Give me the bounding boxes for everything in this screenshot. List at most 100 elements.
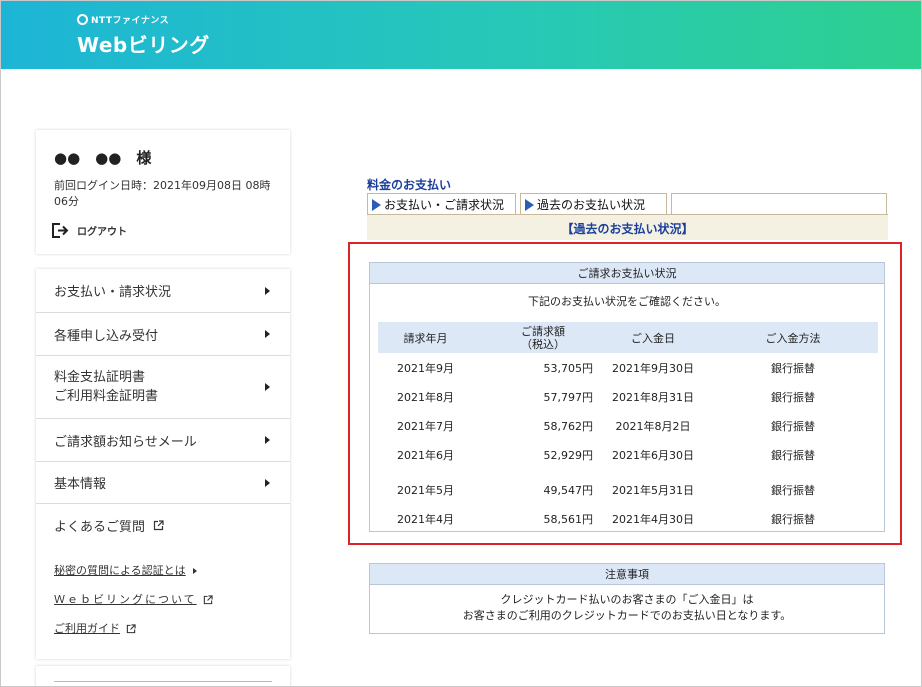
payment-table: 請求年月 ご請求額 （税込） ご入金日 ご入金方法 2021年9月 53,705… [378, 322, 878, 533]
cell-method: 銀行振替 [771, 448, 815, 462]
section-title: 料金のお支払い [367, 178, 452, 192]
sidebar-links: 秘密の質問による認証とは Ｗｅｂビリングについて ご利用ガイド [36, 546, 290, 659]
cell-month: 2021年5月 [397, 483, 454, 497]
col-header-method: ご入金方法 [765, 331, 821, 345]
cell-amount: 57,797円 [543, 390, 594, 404]
sidebar-item-label: 基本情報 [54, 477, 107, 492]
cell-month: 2021年9月 [397, 361, 454, 375]
col-header-paid-date: ご入金日 [631, 331, 675, 345]
tab-label: 過去のお支払い状況 [537, 198, 646, 212]
secret-question-link[interactable]: 秘密の質問による認証とは [54, 562, 290, 578]
cell-paid-date: 2021年4月30日 [612, 512, 694, 526]
table-row: 2021年7月 58,762円 2021年8月2日 銀行振替 [378, 411, 878, 440]
col-header-month: 請求年月 [403, 331, 448, 345]
cell-amount: 52,929円 [543, 448, 594, 462]
table-row: 2021年8月 57,797円 2021年8月31日 銀行振替 [378, 382, 878, 411]
notice-panel: 注意事項 クレジットカード払いのお客さまの「ご入金日」は お客さまのご利用のクレ… [369, 563, 885, 634]
link-label: Ｗｅｂビリングについて [54, 593, 197, 606]
cell-paid-date: 2021年6月30日 [612, 448, 694, 462]
brand-small-text: NTTファイナンス [91, 16, 170, 26]
table-row: 2021年9月 53,705円 2021年9月30日 銀行振替 [378, 353, 878, 382]
external-link-icon [203, 595, 213, 605]
col-header-amount-line1: ご請求額 [521, 324, 565, 338]
user-guide-link[interactable]: ご利用ガイド [54, 620, 290, 636]
divider [54, 681, 272, 682]
logout-button[interactable]: ログアウト [52, 223, 127, 238]
about-webbilling-link[interactable]: Ｗｅｂビリングについて [54, 591, 290, 607]
table-row: 2021年6月 52,929円 2021年6月30日 銀行振替 [378, 440, 878, 469]
sidebar-item-label-line2: ご利用料金証明書 [54, 389, 159, 404]
col-header-amount-line2: （税込） [521, 337, 565, 351]
panel-title: ご請求お支払い状況 [370, 263, 884, 284]
cell-method: 銀行振替 [771, 361, 815, 375]
logout-label: ログアウト [77, 227, 127, 238]
user-name: ●● ●● 様 [54, 149, 152, 167]
cell-paid-date: 2021年5月31日 [612, 483, 694, 497]
sidebar-item-label: よくあるご質問 [54, 519, 146, 535]
last-login-time: 前回ログイン日時：2021年09月08日 08時06分 [54, 179, 271, 208]
sidebar-item-billing-mail[interactable]: ご請求額お知らせメール [36, 419, 290, 462]
cell-paid-date: 2021年8月31日 [612, 390, 694, 404]
page-frame: NTTファイナンス Webビリング ●● ●● 様 前回ログイン日時：2021年… [0, 0, 922, 687]
ntt-logo-icon [77, 14, 88, 25]
cell-month: 2021年6月 [397, 448, 454, 462]
cell-paid-date: 2021年8月2日 [615, 419, 691, 433]
external-link-icon [126, 624, 136, 634]
external-link-icon [153, 519, 164, 530]
sidebar-item-payment-status[interactable]: お支払い・請求状況 [36, 269, 290, 313]
col-header-amount: ご請求額 （税込） [473, 325, 598, 351]
tab-past-payments[interactable]: 過去のお支払い状況 [520, 193, 667, 215]
cell-month: 2021年7月 [397, 419, 454, 433]
sidebar-item-label: ご請求額お知らせメール [54, 434, 197, 450]
triangle-right-icon [192, 568, 197, 574]
sidebar-item-label-line1: 料金支払証明書 [54, 370, 146, 385]
cell-month: 2021年8月 [397, 390, 454, 404]
notice-line-2: お客さまのご利用のクレジットカードでのお支払い日となります。 [462, 609, 792, 622]
sidebar-item-basic-info[interactable]: 基本情報 [36, 462, 290, 504]
cell-amount: 49,547円 [543, 483, 594, 497]
active-tab-strip: 【過去のお支払い状況】 [367, 214, 888, 240]
cell-method: 銀行振替 [771, 419, 815, 433]
cell-month: 2021年4月 [397, 512, 454, 526]
chevron-right-icon [265, 478, 270, 487]
payment-status-panel: ご請求お支払い状況 下記のお支払い状況をご確認ください。 請求年月 ご請求額 （… [369, 262, 885, 532]
sidebar-item-label: 料金支払証明書 ご利用料金証明書 [54, 368, 158, 406]
brand-logo[interactable]: Webビリング [77, 29, 210, 58]
table-row: 2021年4月 58,561円 2021年4月30日 銀行振替 [378, 504, 878, 533]
sidebar-menu: お支払い・請求状況 各種申し込み受付 料金支払証明書 ご利用料金証明書 ご請求額… [36, 269, 290, 659]
sidebar-item-certificates[interactable]: 料金支払証明書 ご利用料金証明書 [36, 356, 290, 419]
cell-method: 銀行振替 [771, 512, 815, 526]
brand-small: NTTファイナンス [77, 13, 169, 26]
play-triangle-icon [525, 198, 534, 211]
tab-bar: お支払い・ご請求状況 過去のお支払い状況 [367, 193, 888, 215]
link-label: ご利用ガイド [54, 622, 120, 635]
chevron-right-icon [265, 436, 270, 444]
play-triangle-icon [372, 198, 381, 211]
cell-paid-date: 2021年9月30日 [612, 361, 694, 375]
app-header: NTTファイナンス Webビリング [1, 1, 921, 69]
sidebar-item-applications[interactable]: 各種申し込み受付 [36, 313, 290, 356]
sidebar-item-label: お支払い・請求状況 [54, 285, 172, 300]
sidebar-bottom-card [36, 666, 290, 686]
chevron-right-icon [265, 330, 270, 338]
chevron-right-icon [265, 383, 270, 391]
panel-intro: 下記のお支払い状況をご確認ください。 [528, 295, 726, 308]
logout-icon [52, 223, 69, 238]
cell-method: 銀行振替 [771, 483, 815, 497]
notice-body: クレジットカード払いのお客さまの「ご入金日」は お客さまのご利用のクレジットカー… [370, 592, 884, 624]
tab-empty [671, 193, 887, 215]
chevron-right-icon [265, 286, 270, 295]
link-label: 秘密の質問による認証とは [54, 564, 186, 577]
tab-label: お支払い・ご請求状況 [384, 198, 505, 212]
cell-amount: 58,561円 [543, 512, 594, 526]
active-tab-label: 【過去のお支払い状況】 [561, 222, 694, 236]
table-row: 2021年5月 49,547円 2021年5月31日 銀行振替 [378, 469, 878, 504]
table-header: 請求年月 ご請求額 （税込） ご入金日 ご入金方法 [378, 322, 878, 353]
notice-line-1: クレジットカード払いのお客さまの「ご入金日」は [500, 593, 754, 606]
cell-method: 銀行振替 [771, 390, 815, 404]
tab-payment-status[interactable]: お支払い・ご請求状況 [367, 193, 516, 215]
sidebar-item-faq[interactable]: よくあるご質問 [36, 504, 290, 546]
cell-amount: 58,762円 [543, 419, 594, 433]
user-card: ●● ●● 様 前回ログイン日時：2021年09月08日 08時06分 ログアウ… [36, 130, 290, 254]
cell-amount: 53,705円 [543, 361, 594, 375]
